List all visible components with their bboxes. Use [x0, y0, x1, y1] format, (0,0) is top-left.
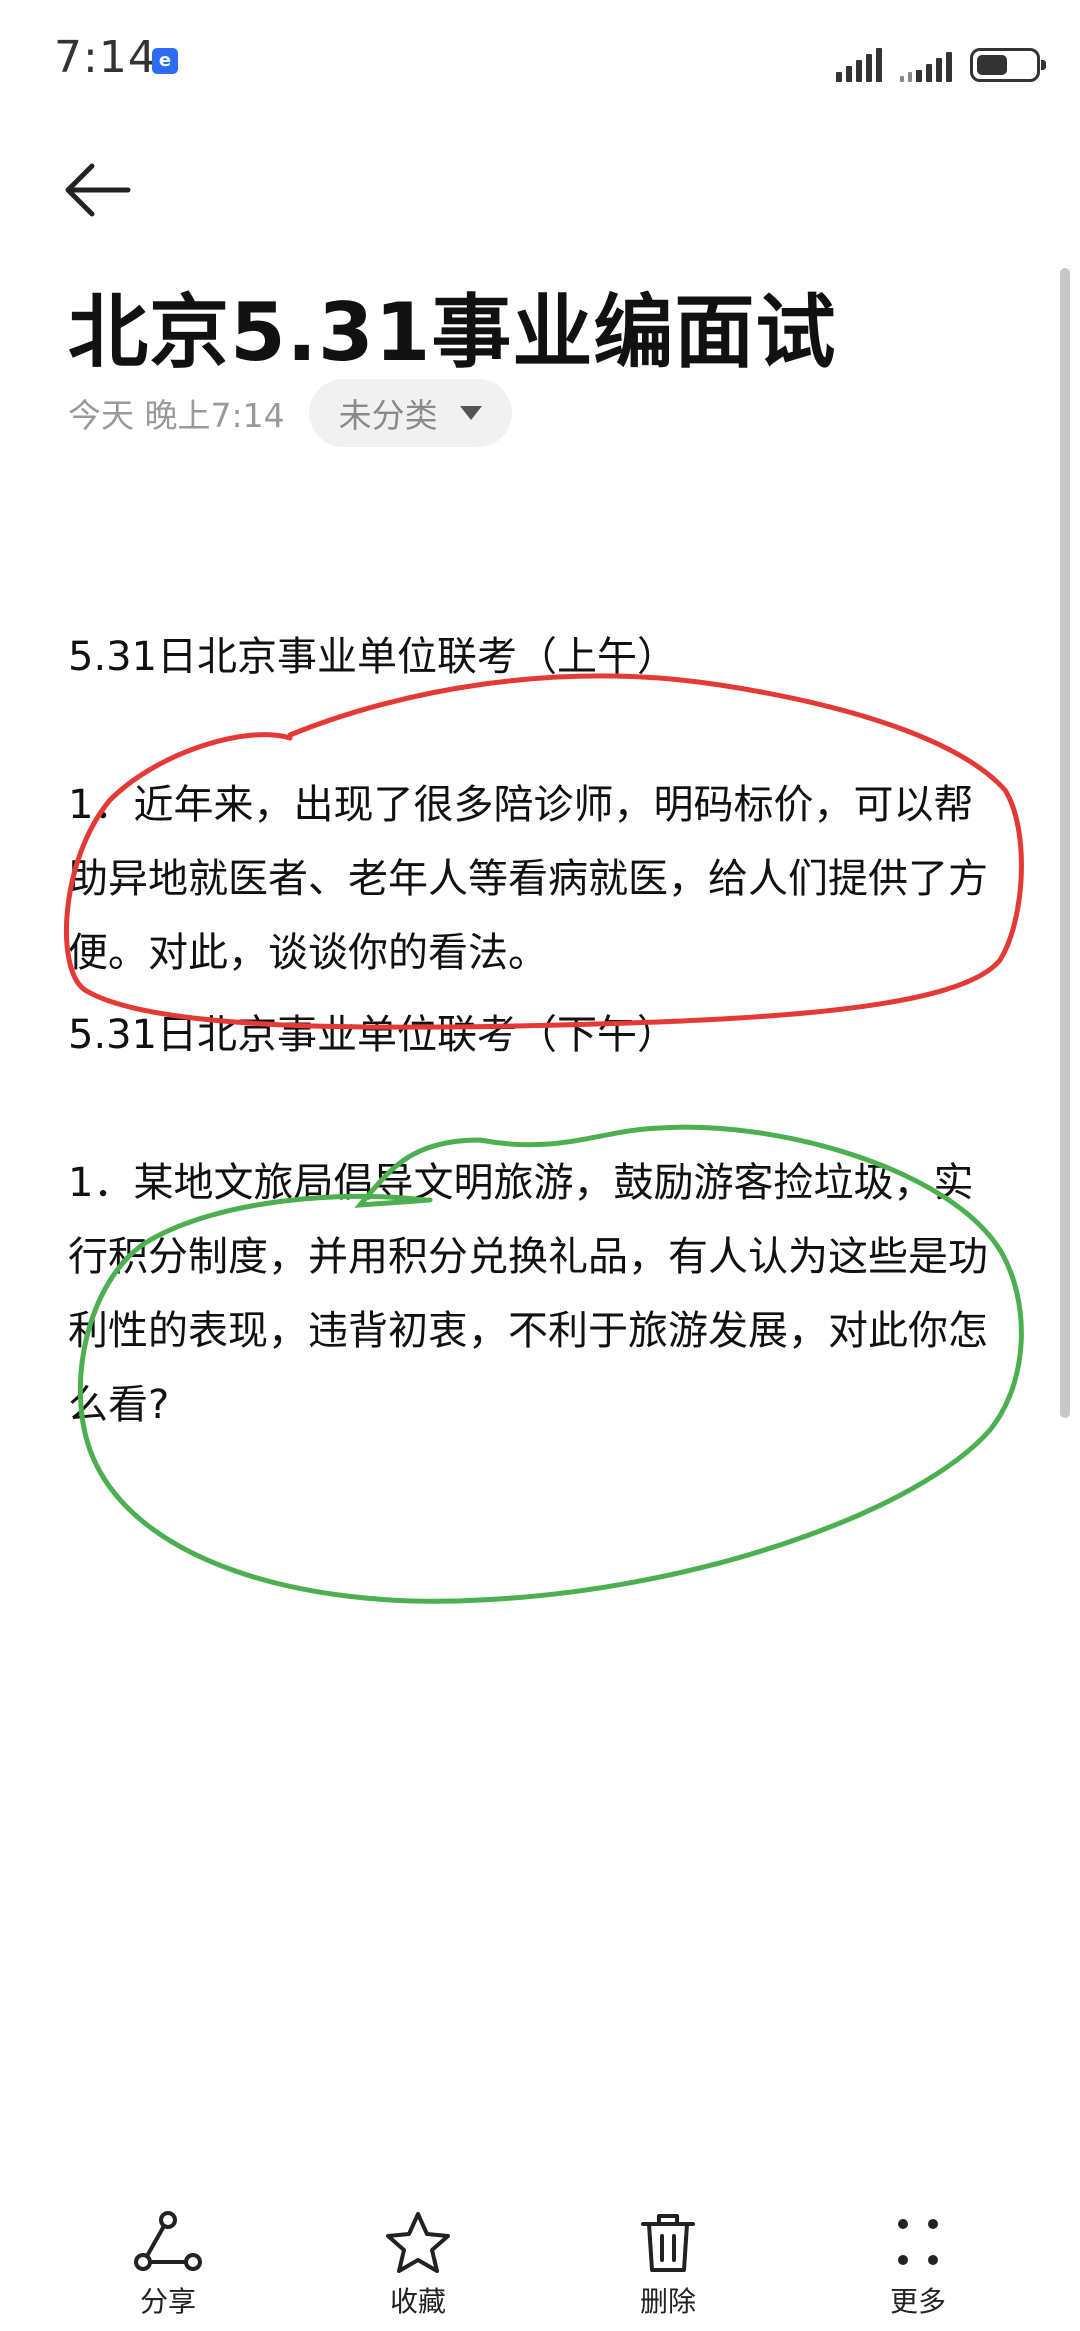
back-button[interactable] [62, 160, 132, 220]
afternoon-heading: 5.31日北京事业单位联考（下午） [68, 1012, 678, 1058]
delete-label: 删除 [639, 2285, 696, 2318]
back-arrow-icon [65, 163, 131, 217]
share-icon [134, 2211, 202, 2271]
star-icon [386, 2212, 450, 2273]
second-signal-strength-icon [900, 48, 952, 82]
share-button[interactable]: 分享 [98, 2190, 238, 2320]
category-label: 未分类 [338, 396, 438, 435]
note-body[interactable]: 5.31日北京事业单位联考（上午） 1．近年来，出现了很多陪诊师，明码标价，可以… [68, 620, 1013, 1442]
favorite-button[interactable]: 收藏 [348, 2190, 488, 2320]
favorite-label: 收藏 [389, 2285, 446, 2318]
delete-button[interactable]: 删除 [598, 2190, 738, 2320]
status-time: 7:14 [54, 32, 157, 83]
meta-row: 今天 晚上7:14 未分类 [68, 378, 512, 448]
page-title: 北京5.31事业编面试 [68, 286, 837, 379]
bottom-toolbar: 分享 收藏 删除 更多 [0, 2190, 1080, 2331]
category-dropdown[interactable]: 未分类 [308, 379, 512, 447]
morning-question: 1．近年来，出现了很多陪诊师，明码标价，可以帮助异地就医者、老年人等看病就医，给… [68, 782, 988, 976]
chevron-down-icon [459, 406, 482, 420]
more-button[interactable]: 更多 [848, 2190, 988, 2320]
afternoon-question: 1．某地文旅局倡导文明旅游，鼓励游客捡垃圾，实行积分制度，并用积分兑换礼品，有人… [68, 1160, 988, 1428]
battery-icon [970, 48, 1046, 82]
scrollbar[interactable] [1060, 268, 1070, 1418]
morning-heading: 5.31日北京事业单位联考（上午） [68, 634, 678, 680]
status-bar: 7:14 e [0, 0, 1080, 120]
share-label: 分享 [139, 2285, 196, 2318]
trash-icon [641, 2214, 695, 2272]
status-indicators [836, 42, 1046, 82]
more-label: 更多 [889, 2285, 946, 2318]
more-icon [898, 2219, 938, 2265]
notification-app-icon: e [152, 48, 178, 74]
empty-line [68, 1072, 1013, 1146]
empty-line [68, 694, 1013, 768]
signal-strength-icon [836, 48, 882, 82]
note-date: 今天 晚上7:14 [68, 396, 285, 435]
